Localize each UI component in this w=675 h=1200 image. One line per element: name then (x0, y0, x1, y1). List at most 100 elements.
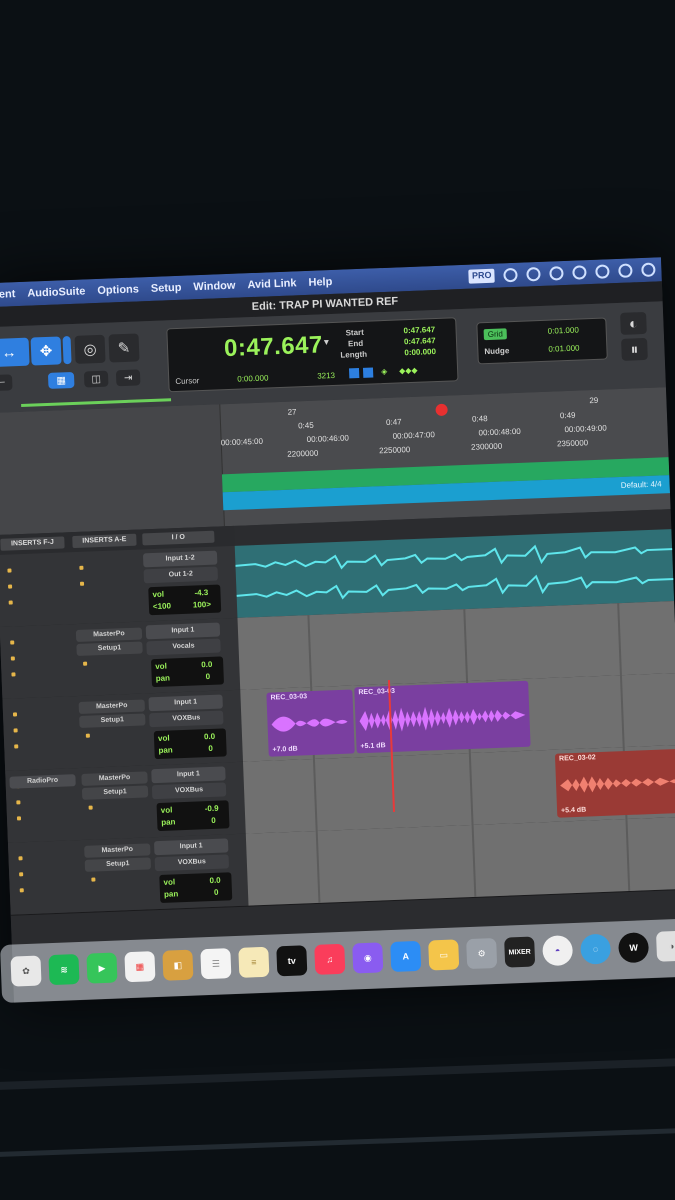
insert-slot-icon[interactable] (7, 568, 12, 573)
apple-tv-icon[interactable]: tv (276, 945, 308, 977)
nudge-value[interactable]: 0:01.000 (548, 344, 579, 354)
output-selector[interactable]: Out 1-2 (143, 566, 219, 584)
pan-right-value[interactable]: 100> (193, 600, 211, 610)
send-slot[interactable]: MasterPo (84, 843, 151, 858)
volume-pan-readout[interactable]: vol -4.3 <100 100> (148, 584, 222, 616)
search-icon[interactable] (641, 262, 656, 278)
insert-slot-icon[interactable] (18, 856, 23, 861)
link-icon[interactable]: ◐ (620, 311, 647, 335)
send-slot[interactable]: Setup1 (84, 857, 152, 872)
insert-slot-icon[interactable] (11, 672, 16, 677)
status-circle-icon[interactable] (503, 267, 518, 283)
insert-slot-icon[interactable] (79, 581, 85, 586)
insert-slot-icon[interactable] (19, 872, 24, 877)
gear-icon[interactable] (572, 265, 587, 280)
slip-toggle-icon[interactable] (362, 367, 374, 378)
grid-mode-button[interactable]: ▦ (47, 371, 75, 389)
output-selector[interactable]: Vocals (146, 638, 221, 656)
track-lane[interactable] (245, 816, 675, 906)
menu-item-setup[interactable]: Setup (151, 282, 182, 295)
pro-badge-icon[interactable]: PRO (468, 268, 495, 284)
pan-value[interactable]: 0 (211, 816, 216, 825)
notes-icon[interactable]: ≡ (238, 946, 270, 978)
smart-tool-button[interactable] (62, 336, 72, 365)
insert-slot-icon[interactable] (12, 712, 18, 717)
send-slot-icon[interactable] (88, 805, 93, 810)
input-selector[interactable]: Input 1 (151, 766, 226, 784)
send-slot[interactable]: Setup1 (76, 641, 143, 657)
pan-value[interactable]: 0 (206, 672, 211, 681)
pause-icon[interactable]: ⏸ (621, 337, 648, 361)
send-slot-icon[interactable] (83, 661, 88, 666)
sync-icon[interactable] (549, 266, 564, 281)
insert-slot-icon[interactable] (8, 584, 13, 589)
input-selector[interactable]: Input 1 (145, 622, 221, 640)
pan-value[interactable]: 0 (208, 744, 213, 753)
scrubber-tool-icon[interactable]: ◎ (74, 334, 106, 364)
insert-slot-icon[interactable] (16, 816, 22, 821)
insert-slot-icon[interactable] (13, 728, 18, 733)
input-selector[interactable]: Input 1 (153, 838, 229, 856)
volume-pan-readout[interactable]: vol 0.0 pan 0 (150, 656, 225, 688)
bluetooth-icon[interactable] (526, 266, 541, 282)
send-slot[interactable]: MasterPo (75, 627, 143, 643)
menu-item-audiosuite[interactable]: AudioSuite (27, 285, 85, 299)
insert-slot-icon[interactable] (10, 656, 15, 661)
system-settings-icon[interactable]: ⚙ (466, 937, 498, 970)
input-selector[interactable]: Input 1-2 (142, 550, 218, 568)
send-slot[interactable]: Setup1 (79, 713, 146, 728)
output-selector[interactable]: VOXBus (154, 854, 230, 872)
trim-tool-button[interactable]: ↔ (0, 337, 30, 368)
insert-slot-icon[interactable] (10, 640, 15, 645)
mixer-app-icon[interactable]: MIXER (504, 936, 536, 968)
start-value[interactable]: 0:47.647 (403, 325, 435, 335)
zoom-preset-icon[interactable]: ◫ (83, 370, 109, 388)
output-selector[interactable]: VOXBus (149, 710, 224, 728)
music-icon[interactable]: ♫ (314, 943, 346, 975)
menu-item-avid-link[interactable]: Avid Link (247, 277, 297, 291)
vol-value[interactable]: -0.9 (205, 804, 219, 814)
main-counter-value[interactable]: 0:47.647 (224, 331, 324, 363)
grabber-tool-button[interactable]: ✥ (30, 336, 62, 366)
insert-slot-icon[interactable] (8, 600, 13, 605)
pro-tools-icon[interactable]: ◓ (542, 935, 574, 967)
plugin-app-icon[interactable]: ◑ (655, 930, 675, 962)
menu-item-edit[interactable]: ent (0, 288, 16, 301)
length-value[interactable]: 0:00.000 (404, 347, 436, 357)
photos-icon[interactable]: ✿ (10, 955, 42, 987)
volume-pan-readout[interactable]: vol 0.0 pan 0 (159, 872, 233, 904)
volume-pan-readout[interactable]: vol 0.0 pan 0 (153, 728, 227, 760)
grid-toggle-icon[interactable] (348, 367, 360, 379)
insert-slot-icon[interactable] (14, 744, 19, 749)
pencil-tool-icon[interactable]: ✎ (108, 333, 140, 363)
grid-value[interactable]: 0:01.000 (548, 326, 579, 336)
meter-ruler-lane[interactable]: Default: 4/4 (221, 457, 670, 511)
vol-value[interactable]: 0.0 (209, 876, 220, 885)
facetime-icon[interactable]: ▶ (86, 952, 118, 984)
metronome-icon[interactable]: ◆◆◆ (399, 366, 418, 376)
spotify-icon[interactable]: ≋ (48, 953, 80, 986)
io-header[interactable]: I / O (142, 530, 215, 546)
vol-value[interactable]: -4.3 (194, 588, 208, 598)
send-slot[interactable]: Setup1 (81, 785, 149, 800)
send-slot-icon[interactable] (91, 877, 96, 882)
calendar-icon[interactable]: ▦ (124, 951, 156, 983)
send-slot[interactable]: MasterPo (81, 771, 148, 786)
pan-value[interactable]: 0 (214, 888, 219, 897)
counter-dropdown-icon[interactable]: ▾ (324, 337, 329, 348)
vol-value[interactable]: 0.0 (204, 732, 215, 741)
insert-slot-icon[interactable] (19, 888, 24, 893)
wifi-icon[interactable] (618, 263, 633, 278)
contacts-icon[interactable]: ◧ (162, 949, 194, 981)
send-slot[interactable]: MasterPo (78, 699, 145, 714)
menu-item-window[interactable]: Window (193, 280, 235, 294)
inserts-ae-header[interactable]: INSERTS A-E (72, 533, 137, 549)
waves-icon[interactable]: W (618, 932, 650, 964)
tab-to-transient-icon[interactable]: ⇥ (115, 369, 141, 387)
end-value[interactable]: 0:47.647 (404, 336, 436, 346)
folder-icon[interactable]: ▭ (428, 939, 460, 971)
grid-tag[interactable]: Grid (483, 328, 508, 341)
menu-item-options[interactable]: Options (97, 283, 139, 297)
output-selector[interactable]: VOXBus (151, 782, 227, 800)
battery-icon[interactable] (595, 264, 610, 279)
